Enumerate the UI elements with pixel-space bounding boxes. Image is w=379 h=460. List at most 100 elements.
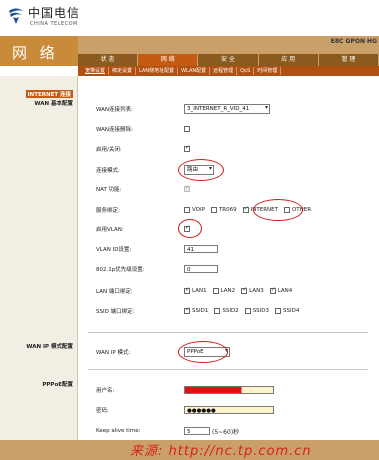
wan-ip-mode-select[interactable]: PPPoE bbox=[184, 347, 230, 357]
row-priority: 802.1p优先级设置: 0 bbox=[96, 264, 218, 274]
sub-nav: 宽带设置 绑定设置 LAN侧地址配置 WLAN配置 远程管理 QoS 时间管理 bbox=[78, 66, 379, 76]
vlan-id-label: VLAN ID设置: bbox=[96, 247, 132, 253]
connection-mode-select[interactable]: 路由 bbox=[184, 165, 214, 175]
lan4-label: LAN4 bbox=[277, 288, 293, 294]
ssid-binding-label: SSID 端口绑定: bbox=[96, 309, 135, 315]
service-internet-label: INTERNET bbox=[250, 207, 278, 213]
lan3-option: LAN3 bbox=[241, 286, 264, 294]
source-watermark: 来源: http://nc.tp.com.cn bbox=[130, 444, 312, 459]
logo-band: 中国电信 CHINA TELECOM bbox=[0, 0, 379, 36]
row-wan-delete: WAN连接删除: bbox=[96, 124, 192, 134]
tab-security[interactable]: 安 全 bbox=[198, 54, 259, 66]
priority-input[interactable]: 0 bbox=[184, 265, 218, 273]
ssid4-label: SSID4 bbox=[283, 308, 300, 314]
subnav-binding[interactable]: 绑定设置 bbox=[109, 67, 137, 75]
wan-delete-label: WAN连接删除: bbox=[96, 127, 133, 133]
row-nat: NAT 功能: bbox=[96, 184, 192, 194]
main-form: WAN连接列表: 3_INTERNET_R_VID_41 WAN连接删除: 启用… bbox=[78, 76, 379, 440]
ssid4-checkbox[interactable] bbox=[275, 308, 282, 314]
row-enable: 启用/关闭: bbox=[96, 144, 192, 154]
tab-network[interactable]: 网 络 bbox=[138, 54, 199, 66]
subnav-wlan[interactable]: WLAN配置 bbox=[178, 67, 211, 75]
enable-label: 启用/关闭: bbox=[96, 147, 122, 153]
sidebar-pppoe: PPPoE配置 bbox=[42, 382, 73, 388]
main-nav: 状 态 网 络 安 全 应 用 管 理 bbox=[78, 54, 379, 66]
ssid4-option: SSID4 bbox=[275, 308, 299, 314]
lan2-option: LAN2 bbox=[212, 288, 236, 294]
wan-list-select[interactable]: 3_INTERNET_R_VID_41 bbox=[184, 104, 270, 114]
service-internet-checkbox[interactable] bbox=[242, 205, 249, 213]
ssid2-label: SSID2 bbox=[222, 308, 239, 314]
lan4-checkbox[interactable] bbox=[269, 286, 276, 294]
lan2-checkbox[interactable] bbox=[212, 288, 219, 294]
row-vlan-id: VLAN ID设置: 41 bbox=[96, 244, 218, 254]
subnav-qos[interactable]: QoS bbox=[237, 67, 255, 75]
username-input[interactable] bbox=[184, 386, 274, 394]
service-other-checkbox[interactable] bbox=[283, 207, 290, 213]
tab-status[interactable]: 状 态 bbox=[78, 54, 139, 66]
page-title: 网 络 bbox=[12, 44, 59, 62]
service-other-label: OTHER bbox=[291, 207, 312, 213]
sidebar-wan-ip-mode: WAN IP 模式配置 bbox=[26, 344, 73, 350]
row-username: 用户名: bbox=[96, 385, 274, 395]
row-connection-mode: 连接模式: 路由 bbox=[96, 165, 214, 175]
wan-ip-mode-label: WAN IP 模式: bbox=[96, 350, 131, 356]
lan3-label: LAN3 bbox=[249, 288, 264, 294]
subnav-broadband[interactable]: 宽带设置 bbox=[82, 67, 110, 75]
ssid3-option: SSID3 bbox=[244, 308, 270, 314]
subnav-remote-management[interactable]: 远程管理 bbox=[210, 67, 238, 75]
ssid3-label: SSID3 bbox=[252, 308, 270, 314]
vlan-enable-checkbox[interactable] bbox=[184, 224, 190, 232]
ssid3-checkbox[interactable] bbox=[244, 308, 251, 314]
keepalive-input[interactable]: 5 bbox=[184, 427, 210, 435]
lan2-label: LAN2 bbox=[220, 288, 236, 294]
row-wan-list: WAN连接列表: 3_INTERNET_R_VID_41 bbox=[96, 104, 270, 114]
row-wan-ip-mode: WAN IP 模式: PPPoE bbox=[96, 347, 230, 357]
ssid1-option: SSID1 bbox=[184, 306, 209, 314]
vlan-id-input[interactable]: 41 bbox=[184, 245, 218, 253]
tab-management[interactable]: 管 理 bbox=[318, 54, 379, 66]
connection-mode-label: 连接模式: bbox=[96, 168, 120, 174]
sidebar-internet-connection[interactable]: INTERNET 连接 bbox=[25, 90, 73, 98]
row-service-binding: 服务绑定: VOIP TR069 INTERNET OTHER bbox=[96, 205, 317, 215]
service-internet: INTERNET bbox=[242, 205, 278, 213]
china-telecom-logo-icon bbox=[9, 8, 23, 24]
ssid1-checkbox[interactable] bbox=[184, 306, 190, 314]
service-binding-label: 服务绑定: bbox=[96, 208, 120, 214]
sidebar: INTERNET 连接 WAN 基本配置 WAN IP 模式配置 PPPoE配置 bbox=[0, 76, 78, 440]
ssid2-option: SSID2 bbox=[214, 308, 239, 314]
row-vlan-enable: 启用VLAN: bbox=[96, 224, 192, 234]
service-tr069-checkbox[interactable] bbox=[210, 207, 217, 213]
lan1-checkbox[interactable] bbox=[184, 286, 190, 294]
section-divider bbox=[88, 369, 368, 370]
service-voip-checkbox[interactable] bbox=[184, 207, 190, 213]
enable-checkbox[interactable] bbox=[184, 144, 190, 152]
service-tr069-label: TR069 bbox=[218, 207, 237, 213]
service-tr069: TR069 bbox=[210, 207, 237, 213]
vlan-enable-label: 启用VLAN: bbox=[96, 227, 124, 233]
lan3-checkbox[interactable] bbox=[241, 286, 247, 294]
lan4-option: LAN4 bbox=[269, 286, 293, 294]
lan1-option: LAN1 bbox=[184, 286, 207, 294]
nat-label: NAT 功能: bbox=[96, 187, 122, 193]
wan-list-label: WAN连接列表: bbox=[96, 107, 133, 113]
ssid2-checkbox[interactable] bbox=[214, 308, 221, 314]
device-name: E8C GPON HG bbox=[330, 38, 377, 45]
wan-delete-checkbox[interactable] bbox=[184, 126, 190, 132]
priority-label: 802.1p优先级设置: bbox=[96, 267, 145, 273]
keepalive-label: Keep alive time: bbox=[96, 428, 141, 434]
subnav-lan-address[interactable]: LAN侧地址配置 bbox=[136, 67, 179, 75]
lan1-label: LAN1 bbox=[192, 288, 207, 294]
brand-name-cn: 中国电信 bbox=[28, 6, 81, 20]
nat-checkbox[interactable] bbox=[184, 184, 190, 192]
keepalive-hint: (5~60)秒 bbox=[212, 428, 240, 436]
ssid1-label: SSID1 bbox=[192, 308, 209, 314]
username-label: 用户名: bbox=[96, 388, 115, 394]
subnav-time-management[interactable]: 时间管理 bbox=[254, 67, 282, 75]
row-ssid-binding: SSID 端口绑定: SSID1 SSID2 SSID3 SSID4 bbox=[96, 306, 305, 316]
service-other: OTHER bbox=[283, 207, 312, 213]
section-banner: 网 络 bbox=[0, 36, 78, 66]
tab-application[interactable]: 应 用 bbox=[258, 54, 319, 66]
header: 网 络 E8C GPON HG 状 态 网 络 安 全 应 用 管 理 bbox=[0, 36, 379, 66]
password-input[interactable]: ●●●●●● bbox=[184, 406, 274, 414]
